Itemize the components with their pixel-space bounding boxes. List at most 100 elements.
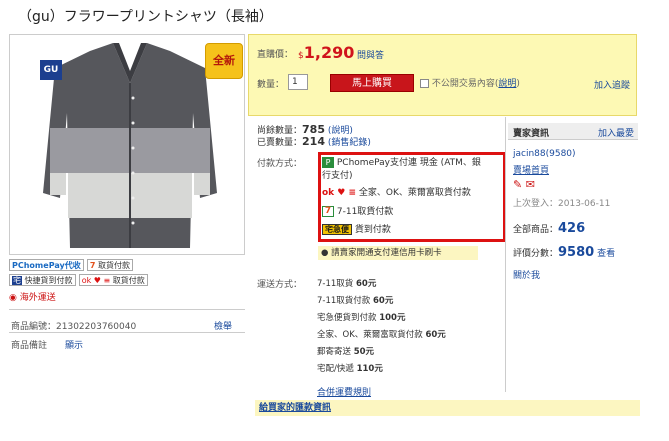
quantity-input[interactable]: 1 [288,74,308,90]
add-favorite-link[interactable]: 加入最愛 [598,126,634,139]
price: $1,290 [298,43,354,62]
last-login: 上次登入：2013-06-11 [513,196,610,209]
payment-text: 7-11取貨付款 [336,207,394,217]
ship-price: 60元 [373,296,394,306]
product-note-label: 商品備註 [11,341,48,351]
gu-logo: GU [40,60,62,80]
badge-label: 取貨付款 [112,276,145,285]
sales-record-link[interactable]: (銷售紀錄) [328,138,371,148]
last-login-date: 2013-06-11 [558,199,611,209]
ship-name: 7-11取貨 [317,279,354,289]
view-rating-link[interactable]: 查看 [597,249,615,259]
ship-name: 全家、OK、萊爾富取貨付款 [317,330,423,340]
product-code-label: 商品編號：21302203760040 [11,319,136,332]
label: 全部商品： [513,225,559,235]
private-label: 不公開交易內容( [431,79,499,89]
payment-pchomepay-cont: 行支付) [322,171,353,181]
label: 評價分數： [513,249,559,259]
payment-badges-row2: 宅 快捷貨到付款 ok ♥ ≡ 取貨付款 [9,274,148,286]
overseas-shipping: ◉ 海外運送 [9,290,56,303]
badge-label: 快捷貨到付款 [24,276,73,285]
payment-label: 付款方式： [257,159,303,169]
rating-value[interactable]: 9580 [558,245,594,260]
pchomepay-icon: P [322,157,334,168]
product-title: （gu）フラワープリントシャツ（長袖） [18,9,273,25]
buy-now-button[interactable]: 馬上購買 [330,74,414,92]
payment-pchomepay: P PChomePay支付連 現金 (ATM、銀 [322,155,502,168]
family-ok-hilife-icons: ok ♥ ≡ [322,188,357,198]
qty-label: 數量： [257,80,285,90]
divider [9,332,245,333]
divider [505,117,506,392]
shop-home-link[interactable]: 賣場首頁 [513,163,549,176]
shipping-item: 宅急便貨到付款 100元 [317,311,405,323]
cardigan-image [43,43,217,248]
shipping-item: 宅配/快遞 110元 [317,362,383,374]
show-note-link[interactable]: 顯示 [65,338,83,351]
notice-text: 請賣家開通支付連信用卡刷卡 [331,248,442,258]
payment-text: PChomePay支付連 現金 (ATM、銀 [336,158,481,168]
rating: 評價分數：9580 查看 [513,245,615,260]
badge-label: 取貨付款 [98,261,131,270]
card-notice: ● 請賣家開通支付連信用卡刷卡 [318,246,478,260]
shipping-item: 7-11取貨付款 60元 [317,294,393,306]
overseas-label: 海外運送 [19,293,56,303]
ship-price: 110元 [356,364,383,374]
label: 已賣數量： [257,138,303,148]
paren: ) [516,79,520,89]
sold-value: 214 [302,135,325,148]
shipping-item: 郵寄寄送 50元 [317,345,374,357]
express-cod-badge: 宅 快捷貨到付款 [9,274,76,286]
seven-eleven-badge: 7 取貨付款 [86,259,134,271]
seven-eleven-icon: 7 [89,261,96,270]
globe-icon: ◉ [9,293,17,303]
total-value[interactable]: 426 [558,221,585,236]
seller-title: 賣家資訊 [513,129,550,139]
product-code: 21302203760040 [56,322,137,332]
price-value: 1,290 [303,43,355,62]
price-label: 直購價： [257,50,294,60]
private-help-link[interactable]: 說明 [498,79,516,89]
product-image[interactable]: GU 全新 [9,34,245,255]
total-products: 全部商品：426 [513,221,585,236]
mail-icon[interactable]: ✉ [526,178,535,191]
payment-711: 7 7-11取貨付款 [322,204,393,217]
info-icon: ● [321,248,329,258]
seven-eleven-icon: 7 [322,206,334,217]
kuroneko-icon: 宅 [12,276,22,285]
payment-convenience: ok ♥ ≡ 全家、OK、萊爾富取貨付款 [322,185,471,198]
shipping-item: 7-11取貨 60元 [317,277,376,289]
add-track-link[interactable]: 加入追蹤 [594,78,630,91]
convenience-pickup-badge: ok ♥ ≡ 取貨付款 [78,274,148,286]
about-me-link[interactable]: 關於我 [513,268,540,281]
seller-name[interactable]: jacin88(9580) [513,149,576,159]
remittance-info-link[interactable]: 給買家的匯款資訊 [255,403,331,413]
shipping-label: 運送方式： [257,280,303,290]
ship-name: 宅配/快遞 [317,364,354,374]
new-badge: 全新 [205,43,243,79]
remittance-info-bar[interactable]: 給買家的匯款資訊 [255,400,640,416]
ship-price: 60元 [356,279,377,289]
label: 上次登入： [513,199,559,209]
divider [9,309,245,310]
payment-text: 全家、OK、萊爾富取貨付款 [358,188,471,198]
ship-name: 宅急便貨到付款 [317,313,377,323]
ship-name: 郵寄寄送 [317,347,352,357]
edit-icon[interactable]: ✎ [513,178,522,191]
private-checkbox[interactable] [420,79,429,88]
label: 商品編號： [11,322,57,332]
ship-price: 100元 [379,313,406,323]
report-link[interactable]: 檢舉 [214,319,232,332]
payment-cod: 宅急便 貨到付款 [322,222,391,235]
store-icons: ok ♥ ≡ [81,276,111,285]
merge-shipping-link[interactable]: 合併運費規則 [317,385,371,398]
ship-price: 50元 [353,347,375,357]
private-option: 不公開交易內容(說明) [420,76,520,89]
pchomepay-badge: PChomePay代收 [9,259,84,271]
sold-qty: 已賣數量：214 (銷售紀錄) [257,135,371,148]
qa-link[interactable]: 問與答 [357,48,384,61]
ship-price: 60元 [425,330,446,340]
payment-badges-row1: PChomePay代收 7 取貨付款 [9,259,134,271]
seller-icons: ✎ ✉ [513,178,535,191]
kuroneko-icon: 宅急便 [322,224,352,235]
